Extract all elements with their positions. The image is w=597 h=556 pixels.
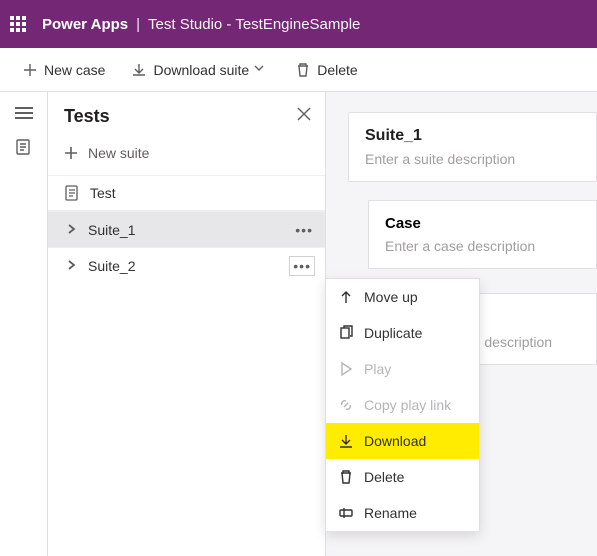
close-icon [297, 107, 311, 121]
new-suite-button[interactable]: New suite [48, 135, 325, 175]
link-icon [338, 397, 354, 413]
menu-play: Play [326, 351, 479, 387]
download-icon [338, 433, 354, 449]
tree-suite-1[interactable]: Suite_1 ••• [48, 211, 325, 247]
suite-title: Suite_1 [365, 127, 580, 145]
close-panel-button[interactable] [297, 107, 311, 126]
trash-icon [338, 469, 354, 485]
tests-panel-title: Tests [64, 106, 110, 127]
case-description-input[interactable]: Enter a case description [385, 238, 580, 254]
menu-delete[interactable]: Delete [326, 459, 479, 495]
suite-1-more-button[interactable]: ••• [293, 222, 315, 238]
test-file-icon [64, 185, 80, 201]
menu-download-label: Download [364, 433, 426, 449]
left-rail [0, 92, 48, 556]
plus-icon [64, 146, 78, 160]
new-case-button[interactable]: New case [22, 62, 105, 78]
test-plan-icon[interactable] [15, 138, 33, 156]
menu-rename[interactable]: Rename [326, 495, 479, 531]
menu-duplicate[interactable]: Duplicate [326, 315, 479, 351]
chevron-down-icon [253, 62, 269, 78]
menu-copy-play-link-label: Copy play link [364, 397, 451, 413]
suite-description-input[interactable]: Enter a suite description [365, 151, 580, 167]
case-title: Case [385, 215, 580, 232]
tests-panel: Tests New suite Test Suite_1 ••• [48, 92, 326, 556]
tree-suite-2[interactable]: Suite_2 ••• [48, 247, 325, 283]
menu-duplicate-label: Duplicate [364, 325, 422, 341]
rename-icon [338, 505, 354, 521]
play-icon [338, 361, 354, 377]
arrow-up-icon [338, 289, 354, 305]
tree-suite-label: Suite_2 [88, 258, 135, 274]
waffle-icon[interactable] [10, 16, 26, 32]
app-header: Power Apps | Test Studio - TestEngineSam… [0, 0, 597, 48]
download-icon [131, 62, 147, 78]
header-separator: | [136, 16, 140, 33]
tree-root-test[interactable]: Test [48, 175, 325, 211]
menu-play-label: Play [364, 361, 391, 377]
new-case-label: New case [44, 62, 105, 78]
plus-icon [22, 62, 38, 78]
case-card[interactable]: Case Enter a case description [368, 200, 597, 269]
command-bar: New case Download suite Delete [0, 48, 597, 92]
menu-rename-label: Rename [364, 505, 417, 521]
new-suite-label: New suite [88, 145, 149, 161]
tree-root-label: Test [90, 185, 116, 201]
suite-context-menu: Move up Duplicate Play Copy play link Do… [325, 278, 480, 532]
page-title: Test Studio - TestEngineSample [148, 16, 360, 33]
suite-card[interactable]: Suite_1 Enter a suite description [348, 112, 597, 182]
tree-suite-label: Suite_1 [88, 222, 135, 238]
download-suite-label: Download suite [153, 62, 249, 78]
hamburger-icon[interactable] [15, 104, 33, 122]
duplicate-icon [338, 325, 354, 341]
menu-download[interactable]: Download [326, 423, 479, 459]
menu-delete-label: Delete [364, 469, 404, 485]
download-suite-button[interactable]: Download suite [131, 62, 269, 78]
menu-move-up[interactable]: Move up [326, 279, 479, 315]
menu-move-up-label: Move up [364, 289, 418, 305]
chevron-right-icon[interactable] [66, 222, 78, 238]
chevron-right-icon[interactable] [66, 258, 78, 274]
trash-icon [295, 62, 311, 78]
delete-button[interactable]: Delete [295, 62, 357, 78]
suite-2-more-button[interactable]: ••• [289, 256, 315, 276]
app-name[interactable]: Power Apps [42, 16, 128, 33]
delete-label: Delete [317, 62, 357, 78]
menu-copy-play-link: Copy play link [326, 387, 479, 423]
